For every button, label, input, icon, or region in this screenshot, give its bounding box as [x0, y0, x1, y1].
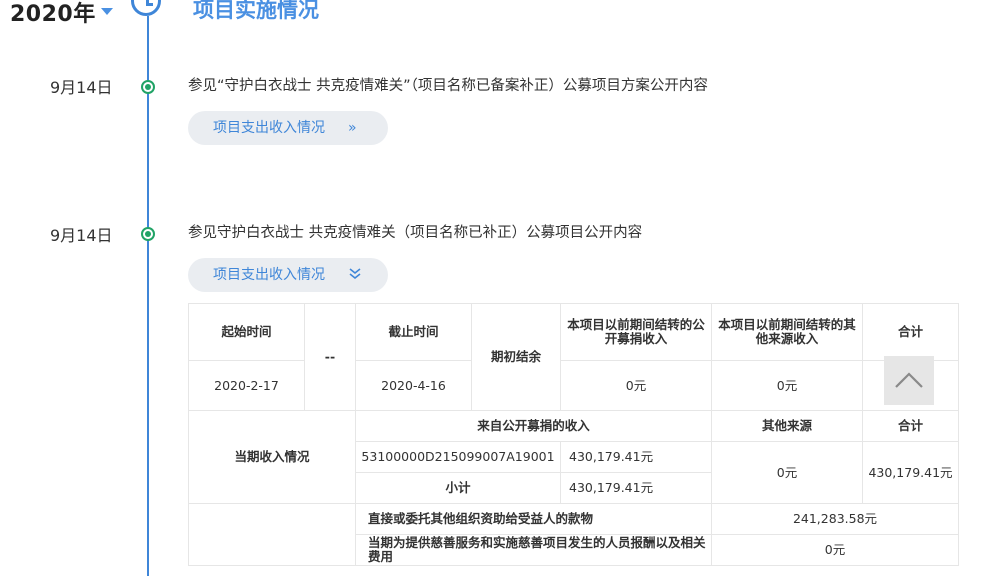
timeline-date: 9月14日: [50, 226, 113, 245]
header-total: 合计: [862, 303, 959, 361]
clock-icon: [131, 0, 161, 16]
header-total-2: 合计: [862, 410, 959, 442]
collapse-finance-label: 项目支出收入情况: [213, 267, 325, 283]
timeline-date: 9月14日: [50, 78, 113, 97]
timeline-line: [147, 16, 149, 576]
end-date-value: 2020-4-16: [355, 360, 472, 411]
prev-public-value: 0元: [560, 360, 712, 411]
expand-finance-button[interactable]: 项目支出收入情况 »: [188, 111, 388, 145]
finance-table: 起始时间 -- 截止时间 期初结余 本项目以前期间结转的公开募捐收入 本项目以前…: [188, 303, 959, 566]
expense-section-label: [188, 503, 356, 566]
timeline-dot-icon: [141, 227, 155, 241]
timeline-item-title: 参见守护白衣战士 共克疫情难关（项目名称已补正）公募项目公开内容: [188, 225, 643, 241]
header-end-time: 截止时间: [355, 303, 472, 361]
prev-other-value: 0元: [711, 360, 863, 411]
record-amount: 430,179.41元: [560, 441, 712, 473]
back-to-top-button[interactable]: [884, 356, 934, 405]
subtotal-amount: 430,179.41元: [560, 472, 712, 504]
expand-finance-label: 项目支出收入情况: [213, 120, 325, 136]
collapse-finance-button[interactable]: 项目支出收入情况: [188, 258, 388, 292]
header-other-source: 其他来源: [711, 410, 863, 442]
current-income-label: 当期收入情况: [188, 410, 356, 504]
header-opening-balance: 期初结余: [471, 303, 561, 411]
header-dash: --: [304, 303, 356, 411]
subtotal-label: 小计: [355, 472, 561, 504]
timeline-dot-icon: [141, 80, 155, 94]
record-number: 53100000D215099007A19001: [355, 441, 561, 473]
caret-down-icon[interactable]: [101, 8, 113, 15]
other-source-value: 0元: [711, 441, 863, 504]
expense-row-label: 当期为提供慈善服务和实施慈善项目发生的人员报酬以及相关费用: [355, 534, 712, 566]
double-chevron-right-icon: »: [348, 120, 357, 136]
double-chevron-down-icon: [348, 259, 362, 293]
year-label[interactable]: 2020年: [10, 0, 96, 28]
expense-row-label: 直接或委托其他组织资助给受益人的款物: [355, 503, 712, 535]
start-date-value: 2020-2-17: [188, 360, 305, 411]
header-prev-public-income: 本项目以前期间结转的公开募捐收入: [560, 303, 712, 361]
timeline-item-title: 参见“守护白衣战士 共克疫情难关”（项目名称已备案补正）公募项目方案公开内容: [188, 78, 708, 94]
income-total-value: 430,179.41元: [862, 441, 959, 504]
header-prev-other-income: 本项目以前期间结转的其他来源收入: [711, 303, 863, 361]
chevron-up-icon: [895, 372, 923, 388]
header-public-income: 来自公开募捐的收入: [355, 410, 712, 442]
expense-row-value: 241,283.58元: [711, 503, 959, 535]
expense-row-value: 0元: [711, 534, 959, 566]
header-start-time: 起始时间: [188, 303, 305, 361]
section-title: 项目实施情况: [193, 0, 319, 22]
